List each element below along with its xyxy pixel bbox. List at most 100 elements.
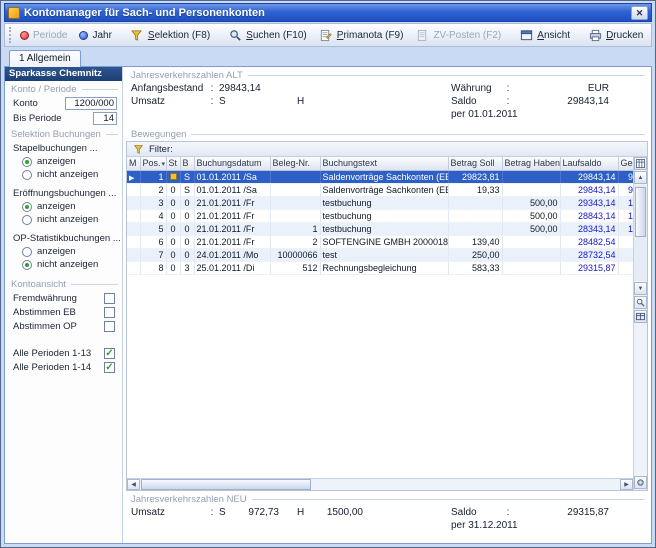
filter-icon[interactable] [131, 142, 145, 156]
ansicht-button[interactable]: Ansicht [513, 25, 576, 45]
radio-option[interactable]: nicht anzeigen [5, 258, 122, 271]
grid-area: MPos.▾StBBuchungsdatumBeleg-Nr.Buchungst… [127, 157, 633, 478]
column-header-datum[interactable]: Buchungsdatum [194, 157, 270, 170]
table-row[interactable]: 70024.01.2011 /Mo10000066test250,0028732… [127, 248, 633, 261]
grid-settings-icon[interactable] [634, 476, 647, 489]
checkbox-row[interactable]: Alle Perioden 1-13✓ [5, 346, 122, 360]
cell-st [166, 170, 180, 183]
radio-option[interactable]: anzeigen [5, 155, 122, 168]
saldo-value-neu: 29315,87 [515, 507, 609, 518]
checkbox-row[interactable]: Fremdwährung [5, 291, 122, 305]
table-row[interactable]: 30021.01.2011 /Frtestbuchung500,0029343,… [127, 196, 633, 209]
table-row[interactable]: 80325.01.2011 /Di512Rechnungsbegleichung… [127, 261, 633, 274]
periode-label: Periode [33, 30, 67, 41]
selektion-button[interactable]: Selektion (F8) [124, 25, 216, 45]
scroll-up-button[interactable]: ▲ [634, 171, 647, 184]
checkbox-label: Abstimmen OP [13, 321, 77, 332]
cell-st: 0 [166, 196, 180, 209]
table-row[interactable]: 40021.01.2011 /Frtestbuchung500,0028843,… [127, 209, 633, 222]
zv-posten-button[interactable]: ZV-Posten (F2) [409, 25, 507, 45]
radio-option[interactable]: anzeigen [5, 200, 122, 213]
hscroll-track[interactable] [312, 479, 620, 490]
cell-haben [502, 248, 560, 261]
checkbox-row[interactable]: Alle Perioden 1-14 ✓ [5, 360, 122, 374]
cell-m [127, 261, 140, 274]
jahr-icon [79, 31, 88, 40]
cell-laufsaldo: 28843,14 [560, 209, 618, 222]
suchen-button[interactable]: Suchen (F10) [222, 25, 313, 45]
tab-allgemein[interactable]: 1 Allgemein [9, 50, 81, 67]
column-header-haben[interactable]: Betrag Haben [502, 157, 560, 170]
column-header-text[interactable]: Buchungstext [320, 157, 448, 170]
colon: : [501, 96, 515, 107]
colon: : [205, 507, 219, 518]
column-header-soll[interactable]: Betrag Soll [448, 157, 502, 170]
checkbox-row[interactable]: Abstimmen EB [5, 305, 122, 319]
jahr-button[interactable]: Jahr [73, 27, 117, 44]
title-bar[interactable]: Kontomanager für Sach- und Personenkonte… [4, 3, 652, 22]
column-header-beleg[interactable]: Beleg-Nr. [270, 157, 320, 170]
cell-b: 0 [180, 222, 194, 235]
hscroll-thumb[interactable] [141, 479, 311, 490]
column-header-gegenkonto[interactable]: Gegenkonto [618, 157, 633, 170]
colon: : [205, 96, 219, 107]
app-window: Kontomanager für Sach- und Personenkonte… [0, 0, 656, 548]
grid-body: ▶1S01.01.2011 /SaSaldenvorträge Sachkont… [127, 170, 633, 274]
column-header-pos[interactable]: Pos.▾ [140, 157, 166, 170]
umsatz-label-neu: Umsatz [131, 507, 205, 518]
radio-icon [22, 247, 32, 257]
checkbox-icon: ✓ [104, 362, 115, 373]
scroll-down-button[interactable]: ▼ [634, 282, 647, 295]
scroll-right-button[interactable]: ▶ [620, 479, 633, 490]
radio-icon [22, 170, 32, 180]
radio-option[interactable]: nicht anzeigen [5, 213, 122, 226]
view-icon [519, 28, 533, 42]
column-header-b[interactable]: B [180, 157, 194, 170]
section-title: Selektion Buchungen [11, 129, 101, 140]
vscroll-thumb[interactable] [635, 187, 646, 237]
periode-button[interactable]: Periode [14, 27, 73, 44]
per-date-alt: per 01.01.2011 [451, 109, 518, 120]
bis-periode-input[interactable] [93, 112, 117, 125]
cell-beleg [270, 209, 320, 222]
section-title-alt: Jahresverkehrszahlen ALT [131, 70, 243, 81]
scroll-left-button[interactable]: ◀ [127, 479, 140, 490]
per-date-neu: per 31.12.2011 [451, 520, 518, 531]
table-row[interactable]: 20S01.01.2011 /SaSaldenvorträge Sachkont… [127, 183, 633, 196]
zv-posten-label: ZV-Posten (F2) [433, 30, 501, 41]
cell-m [127, 209, 140, 222]
primanota-button[interactable]: Primanota (F9) [313, 25, 410, 45]
arrow-right-icon: ▶ [624, 482, 629, 488]
zoom-icon[interactable] [634, 296, 647, 309]
sidebar: Sparkasse Chemnitz Konto / Periode Konto… [5, 67, 123, 543]
close-button[interactable]: ✕ [631, 6, 648, 20]
checkbox-row[interactable]: Abstimmen OP [5, 319, 122, 333]
radio-icon [22, 215, 32, 225]
cell-beleg [270, 183, 320, 196]
table-row[interactable]: ▶1S01.01.2011 /SaSaldenvorträge Sachkont… [127, 170, 633, 183]
table-row[interactable]: 50021.01.2011 /Fr1testbuchung500,0028343… [127, 222, 633, 235]
radio-option[interactable]: nicht anzeigen [5, 168, 122, 181]
cell-datum: 21.01.2011 /Fr [194, 196, 270, 209]
toolbar-grip[interactable] [9, 27, 11, 43]
umsatz-haben-value-neu: 1500,00 [309, 507, 363, 518]
table-row[interactable]: 60021.01.2011 /Fr2SOFTENGINE GMBH 200001… [127, 235, 633, 248]
column-header-laufsaldo[interactable]: Laufsaldo [560, 157, 618, 170]
funnel-icon [130, 28, 144, 42]
konto-input[interactable] [65, 97, 117, 110]
cell-b: S [180, 183, 194, 196]
drucken-button[interactable]: Drucken [582, 25, 649, 45]
checkbox-icon [104, 307, 115, 318]
column-header-m[interactable]: M [127, 157, 140, 170]
section-jahresverkehrszahlen-neu: Jahresverkehrszahlen NEU Umsatz : S 972,… [125, 491, 649, 543]
column-chooser-icon[interactable] [634, 157, 647, 170]
horizontal-scrollbar[interactable]: ◀ ▶ [127, 478, 633, 490]
vertical-scrollbar[interactable] [634, 185, 647, 281]
column-header-st[interactable]: St [166, 157, 180, 170]
cell-haben [502, 183, 560, 196]
table-options-icon[interactable] [634, 310, 647, 323]
konto-row: Konto [5, 96, 122, 111]
cell-datum: 24.01.2011 /Mo [194, 248, 270, 261]
radio-option[interactable]: anzeigen [5, 245, 122, 258]
checkbox-label: Alle Perioden 1-14 [13, 362, 91, 373]
